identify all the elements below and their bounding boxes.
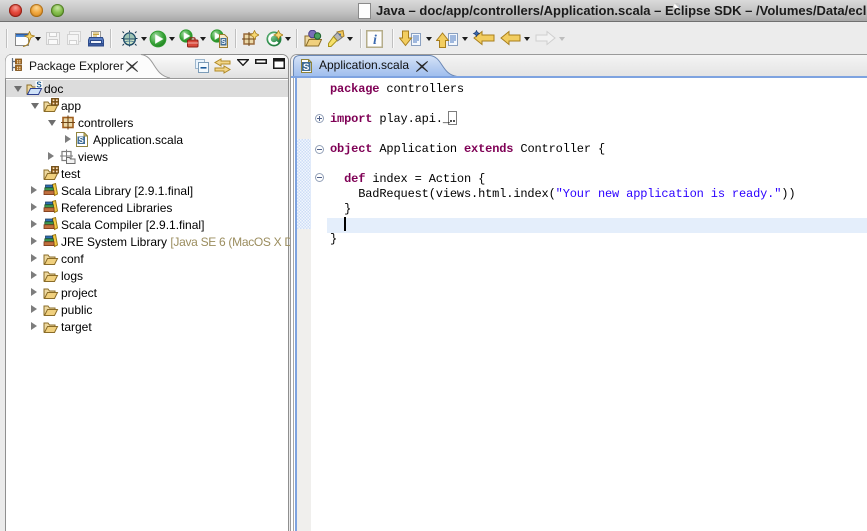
svg-text:S: S [303,62,309,73]
svg-text:S: S [221,39,226,46]
svg-text:i: i [373,33,377,48]
svg-text:S: S [79,136,85,145]
svg-text:S: S [36,81,42,90]
